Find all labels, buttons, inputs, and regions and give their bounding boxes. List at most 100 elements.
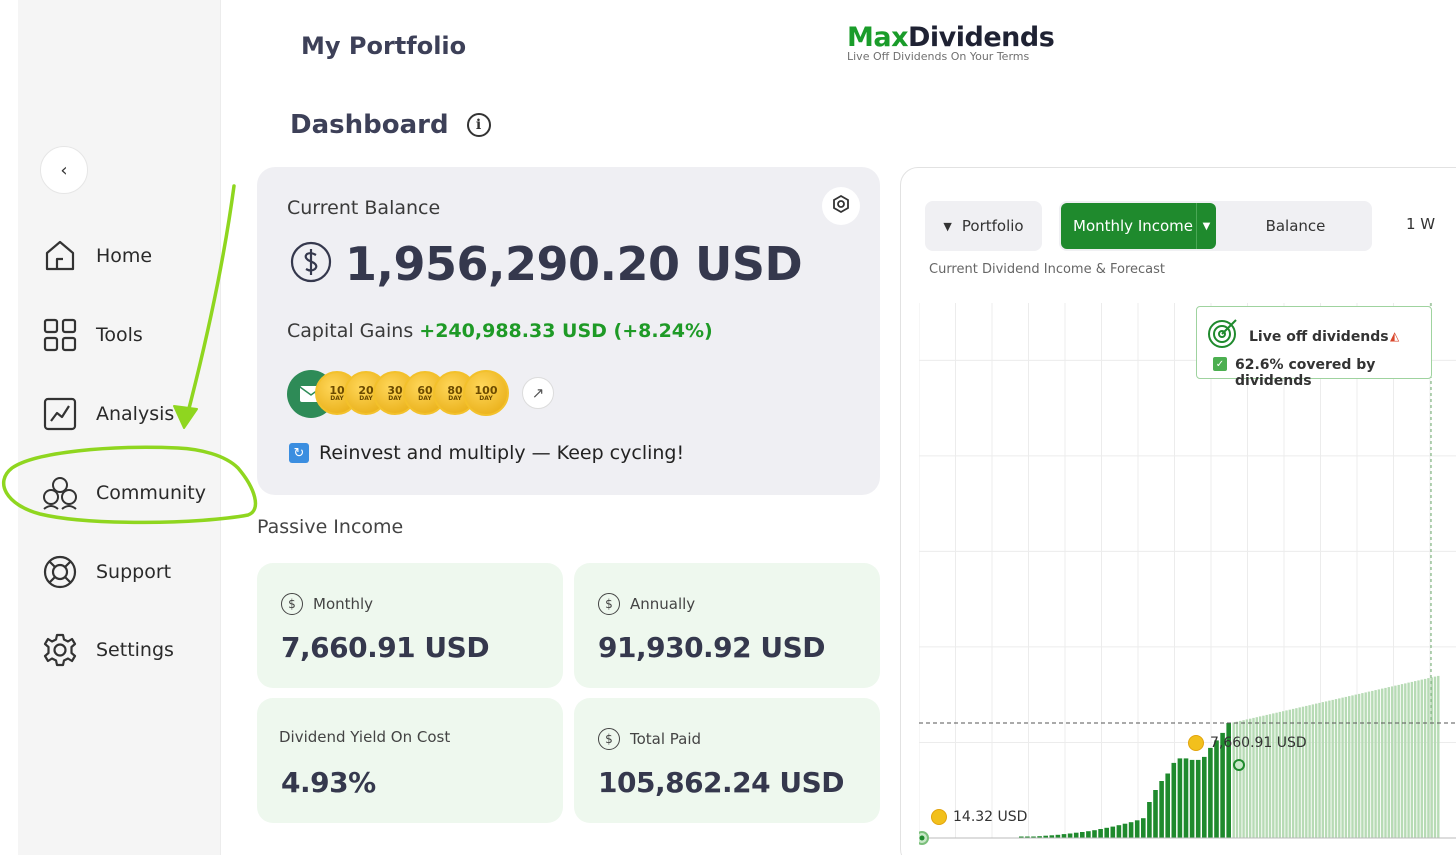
chart-subtitle: Current Dividend Income & Forecast (929, 262, 1166, 277)
caret-down-icon: ▼ (943, 219, 952, 233)
coin-icon (1188, 735, 1204, 751)
bar-forecast (1371, 690, 1374, 838)
bar-forecast (1397, 684, 1400, 838)
bar-forecast (1282, 711, 1285, 838)
bar-actual (1202, 756, 1207, 838)
bar-actual (1159, 781, 1164, 838)
brand-name: MaxDividends (847, 22, 1055, 53)
dashboard-title: Dashboard (290, 110, 449, 140)
bar-actual (1061, 834, 1067, 838)
bar-forecast (1272, 713, 1275, 838)
bar-actual (1116, 825, 1122, 838)
bar-forecast (1351, 695, 1354, 838)
bar-forecast (1341, 697, 1344, 838)
balance-row: 1,956,290.20 USD (289, 237, 803, 291)
chart-mode-toggle: Monthly Income ▼ Balance (1059, 201, 1372, 251)
sidebar-item-label: Tools (96, 324, 143, 346)
stat-value: 91,930.92 USD (598, 631, 826, 664)
checkbox-icon: ✓ (1213, 357, 1227, 371)
bar-forecast (1324, 701, 1328, 838)
reinvest-text: Reinvest and multiply — Keep cycling! (319, 442, 685, 464)
bar-forecast (1404, 683, 1407, 838)
sidebar-item-tools[interactable]: Tools (40, 313, 143, 357)
total-paid-card: $ Total Paid 105,862.24 USD (574, 698, 880, 823)
monthly-income-button[interactable]: Monthly Income ▼ (1061, 203, 1216, 249)
bar-forecast (1437, 675, 1440, 838)
stat-label: Total Paid (630, 730, 702, 748)
bar-forecast (1315, 703, 1318, 838)
collapse-sidebar-button[interactable]: ‹ (40, 146, 88, 194)
goal-title: Live off dividends (1249, 329, 1389, 345)
celebration-icon: ◭ (1390, 329, 1400, 343)
bar-forecast (1285, 710, 1288, 838)
bar-forecast (1390, 686, 1394, 838)
bar-actual (1073, 832, 1079, 838)
chevron-left-icon: ‹ (60, 159, 68, 181)
bar-forecast (1328, 700, 1331, 838)
stat-label: Annually (630, 595, 696, 613)
brand-logo[interactable]: MaxDividends Live Off Dividends On Your … (847, 22, 1055, 63)
sidebar-item-settings[interactable]: Settings (40, 628, 174, 672)
sidebar-item-home[interactable]: Home (40, 234, 152, 278)
bar-forecast (1387, 687, 1390, 838)
dashboard-heading: Dashboard i (290, 110, 491, 140)
balance-settings-button[interactable] (822, 187, 860, 225)
bar-forecast (1308, 705, 1311, 838)
achievement-badges[interactable]: 10 DAY 20 DAY 30 DAY 60 DAY 80 DAY 100 DAY (285, 367, 525, 419)
bar-actual (1080, 832, 1085, 838)
bar-forecast (1278, 711, 1282, 838)
start-income-value: 14.32 USD (953, 809, 1028, 825)
sidebar-item-analysis[interactable]: Analysis (40, 392, 174, 436)
arrow-up-right-icon[interactable]: ↗ (522, 377, 554, 409)
bar-forecast (1275, 712, 1278, 838)
home-icon (40, 236, 80, 276)
balance-button[interactable]: Balance (1219, 201, 1372, 251)
bar-actual (1171, 762, 1177, 838)
bar-actual (1098, 829, 1103, 838)
bar-actual (1214, 740, 1219, 838)
page-title: My Portfolio (301, 32, 467, 60)
people-icon (40, 473, 80, 513)
bar-forecast (1291, 708, 1295, 838)
bar-actual (1147, 802, 1152, 838)
bar-actual (1189, 759, 1195, 838)
bar-actual (1092, 830, 1097, 838)
bar-forecast (1288, 709, 1291, 838)
bar-actual (1086, 831, 1091, 838)
range-1w-button[interactable]: 1 W (1406, 215, 1435, 233)
goal-coverage: 62.6% covered by dividends (1235, 357, 1376, 389)
caret-down-icon[interactable]: ▼ (1196, 203, 1216, 249)
goal-tooltip: Live off dividends ◭ ✓ 62.6% covered by … (1196, 306, 1432, 389)
balance-label: Current Balance (287, 197, 441, 219)
income-chart-panel: ▼ Portfolio Monthly Income ▼ Balance 1 W… (900, 167, 1456, 855)
balance-card: Current Balance 1,956,290.20 USD Capital… (257, 167, 880, 495)
portfolio-dropdown[interactable]: ▼ Portfolio (925, 201, 1042, 251)
bar-actual (1208, 747, 1213, 838)
bar-forecast (1348, 696, 1351, 838)
target-icon (1208, 319, 1237, 348)
sidebar: ‹ Home Tools Analysis Community Support … (18, 0, 221, 855)
sidebar-item-label: Settings (96, 639, 174, 661)
lifebuoy-icon (40, 552, 80, 592)
bar-forecast (1400, 684, 1404, 838)
bar-actual (1122, 823, 1128, 838)
sidebar-item-support[interactable]: Support (40, 550, 171, 594)
info-icon[interactable]: i (466, 113, 491, 137)
bar-forecast (1417, 680, 1420, 838)
bar-forecast (1374, 690, 1377, 838)
sidebar-item-label: Analysis (96, 403, 175, 425)
stat-label: Dividend Yield On Cost (279, 728, 451, 746)
sidebar-item-community[interactable]: Community (40, 471, 206, 515)
bar-actual (1195, 759, 1201, 838)
bar-forecast (1305, 705, 1308, 838)
current-income-value: 7,660.91 USD (1210, 735, 1307, 751)
current-point (1233, 759, 1245, 771)
bar-forecast (1295, 708, 1298, 838)
dollar-icon: $ (598, 593, 620, 615)
bar-forecast (1423, 678, 1427, 838)
bar-forecast (1265, 714, 1268, 838)
bar-forecast (1298, 707, 1301, 838)
passive-income-heading: Passive Income (257, 516, 404, 538)
bar-forecast (1301, 706, 1305, 838)
bar-forecast (1414, 681, 1417, 838)
